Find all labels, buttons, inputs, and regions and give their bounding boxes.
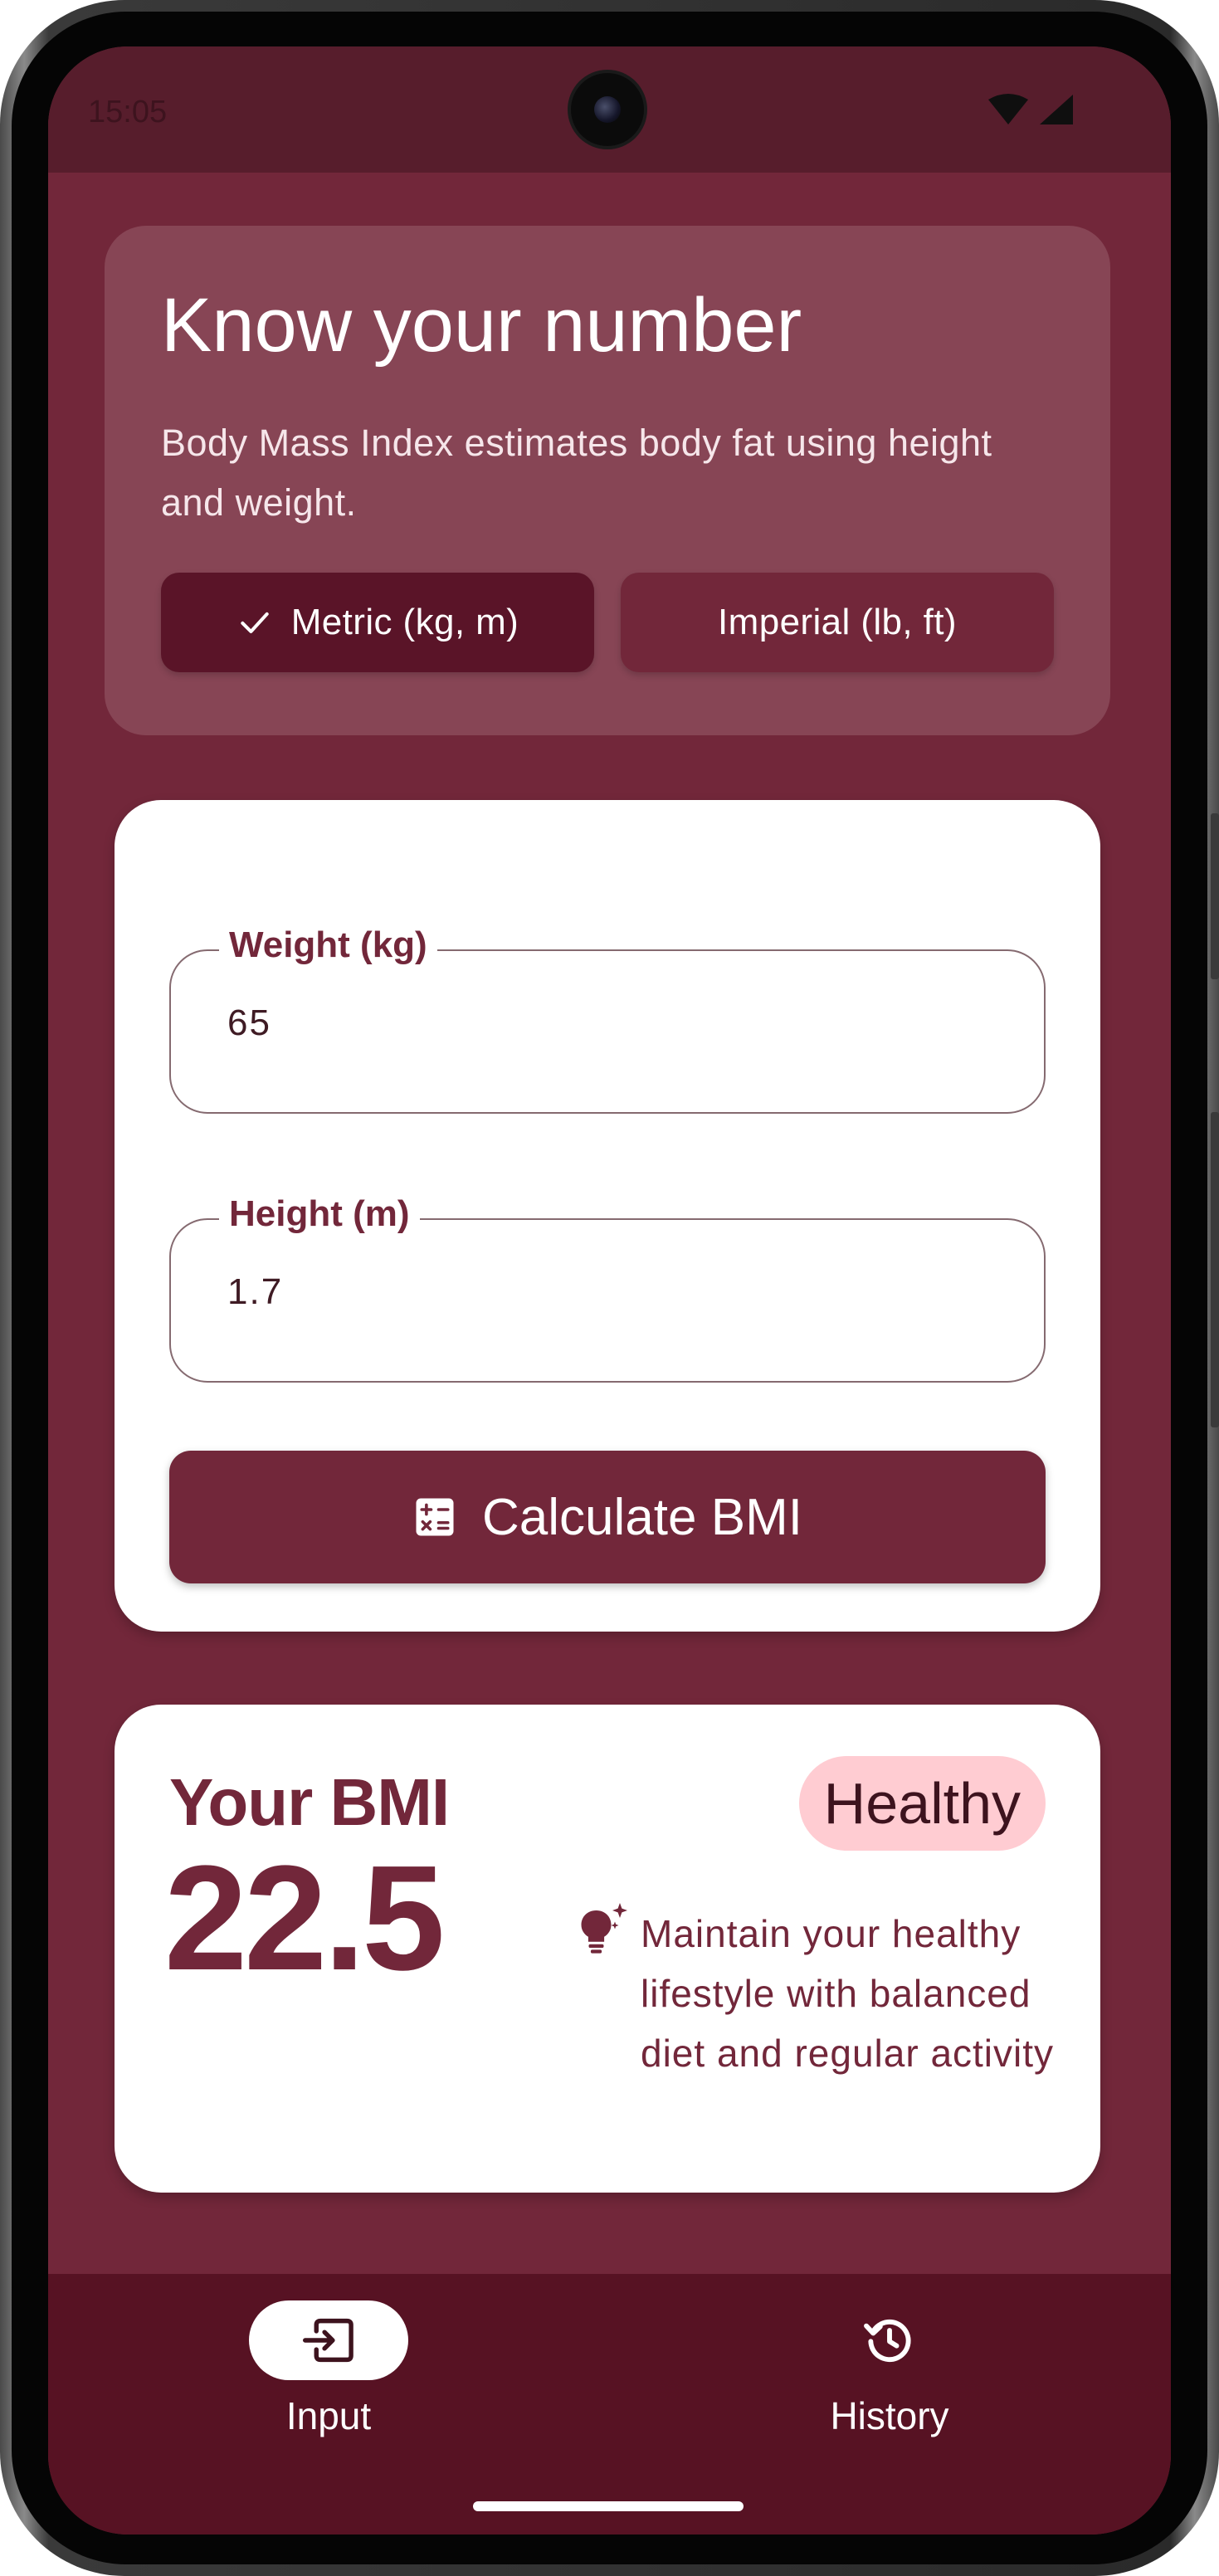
- bottom-navigation: Input History: [48, 2274, 1171, 2535]
- app-screen: 15:05 Know your number Body Mass Index e…: [48, 46, 1171, 2535]
- status-time: 15:05: [88, 95, 168, 129]
- nav-item-input[interactable]: Input: [48, 2274, 609, 2473]
- cellular-signal-icon: [1040, 95, 1073, 124]
- power-button: [1211, 1112, 1219, 1427]
- result-title: Your BMI: [169, 1765, 450, 1839]
- status-badge: Healthy: [798, 1756, 1046, 1851]
- front-camera: [571, 73, 644, 146]
- calculator-icon: [416, 1498, 454, 1536]
- calculate-bmi-button[interactable]: Calculate BMI: [169, 1451, 1046, 1583]
- history-icon: [864, 2319, 911, 2363]
- signal-wifi-icons: [988, 94, 1073, 124]
- check-icon: [241, 612, 269, 634]
- nav-item-history[interactable]: History: [609, 2274, 1170, 2473]
- bmi-value: 22.5: [164, 1835, 445, 2002]
- wifi-icon: [988, 94, 1028, 124]
- intro-card: Know your number Body Mass Index estimat…: [105, 226, 1110, 735]
- nav-input-label: Input: [285, 2394, 372, 2437]
- intro-title: Know your number: [161, 283, 802, 368]
- calculate-bmi-label: Calculate BMI: [482, 1488, 802, 1546]
- height-field-label: Height (m): [219, 1193, 420, 1235]
- weight-input[interactable]: [227, 1003, 974, 1044]
- intro-description: Body Mass Index estimates body fat using…: [161, 422, 992, 524]
- weight-field-label: Weight (kg): [219, 925, 437, 966]
- weight-field[interactable]: Weight (kg): [169, 925, 1046, 1114]
- height-input[interactable]: [227, 1271, 974, 1313]
- status-bar: 15:05: [48, 46, 1171, 173]
- metric-unit-button[interactable]: Metric (kg, m): [161, 573, 594, 672]
- result-card: Your BMI 22.5 Healthy Maintain your heal…: [115, 1705, 1100, 2193]
- health-tip-text: Maintain your healthy lifestyle with bal…: [641, 1912, 1055, 2075]
- input-icon: [302, 2318, 354, 2363]
- phone-frame: 15:05 Know your number Body Mass Index e…: [0, 0, 1219, 2576]
- input-card: Weight (kg) Height (m) Calculate BMI: [115, 800, 1100, 1632]
- home-indicator[interactable]: [473, 2501, 744, 2511]
- volume-button: [1211, 813, 1219, 979]
- metric-unit-label: Metric (kg, m): [290, 602, 519, 642]
- imperial-unit-button[interactable]: Imperial (lb, ft): [621, 573, 1054, 672]
- nav-history-label: History: [830, 2394, 949, 2437]
- nav-history-indicator: [810, 2300, 969, 2380]
- imperial-unit-label: Imperial (lb, ft): [718, 602, 957, 642]
- lightbulb-sparkle-icon: [581, 1903, 627, 1954]
- nav-input-indicator: [249, 2300, 408, 2380]
- height-field[interactable]: Height (m): [169, 1193, 1046, 1383]
